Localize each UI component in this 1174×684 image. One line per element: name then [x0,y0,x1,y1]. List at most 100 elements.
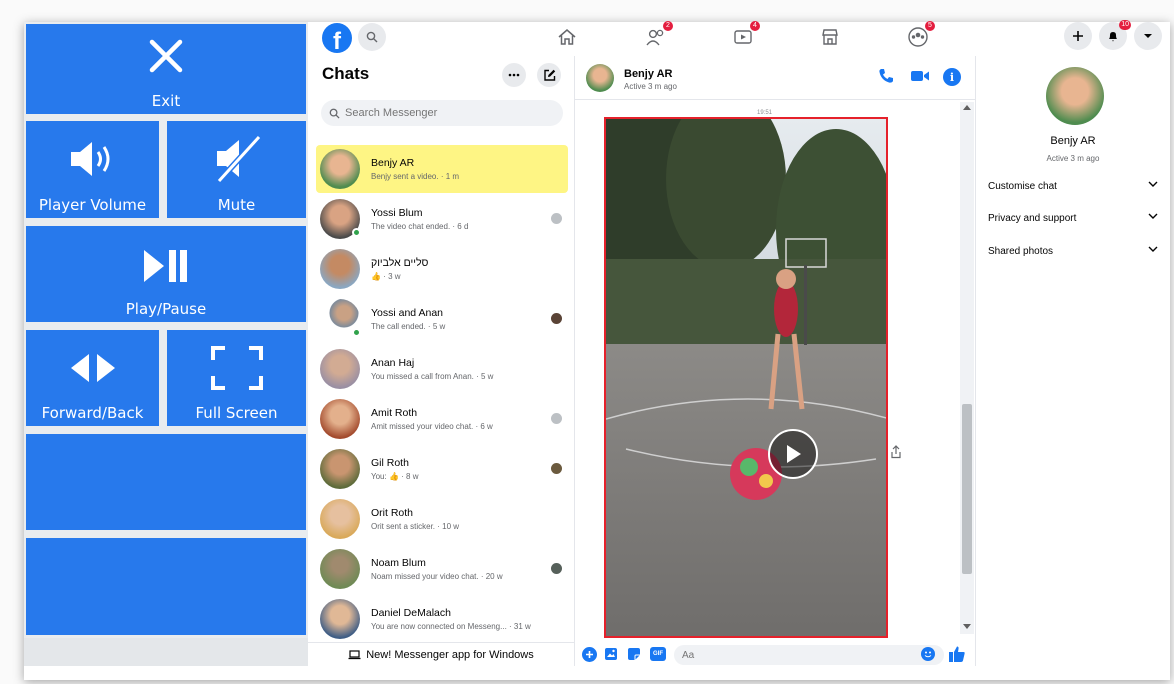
phone-icon [879,69,893,83]
groups-badge: 5 [925,21,935,31]
player-volume-button[interactable]: Player Volume [26,121,159,218]
chat-name: Amit Roth [371,407,418,419]
chat-item-benjy-ar[interactable]: Benjy AR Benjy sent a video. · 1 m [316,145,568,193]
seen-check-icon [551,413,562,424]
compose-icon [543,69,555,81]
chat-snippet: Amit missed your video chat. · 6 w [371,422,493,431]
watch-nav[interactable]: 4 [728,21,760,50]
avatar [320,249,360,289]
chat-item-orit-roth[interactable]: Orit Roth Orit sent a sticker. · 10 w [316,495,568,543]
avatar [320,599,360,639]
chat-name: Yossi Blum [371,207,423,219]
facebook-logo[interactable]: f [322,23,352,55]
gif-icon: GIF [653,651,663,657]
search-icon [366,31,378,43]
voice-call-button[interactable] [878,68,896,86]
conversation-name[interactable]: Benjy AR [624,68,673,80]
marketplace-nav[interactable] [815,24,845,50]
chat-item-noam-blum[interactable]: Noam Blum Noam missed your video chat. · … [316,545,568,593]
avatar [320,499,360,539]
forward-back-label: Forward/Back [41,404,144,422]
chat-snippet: The call ended. · 5 w [371,322,446,331]
groups-nav[interactable]: 5 [903,21,935,50]
chat-item-salim[interactable]: סליים אלביוק 👍 · 3 w [316,245,568,293]
search-button[interactable] [358,23,386,51]
scrollbar-thumb[interactable] [962,404,972,574]
account-menu-button[interactable] [1134,22,1162,50]
avatar [320,199,361,239]
home-nav[interactable] [552,24,582,50]
chat-item-amit-roth[interactable]: Amit Roth Amit missed your video chat. · … [316,395,568,443]
chats-options-button[interactable] [502,63,526,87]
conversation-avatar[interactable] [586,64,614,92]
conversation-status: Active 3 m ago [624,82,677,91]
home-icon [558,29,576,45]
close-icon [26,38,306,74]
chevron-down-icon [1148,213,1158,219]
chat-name: Orit Roth [371,507,414,519]
chat-item-daniel-demalach[interactable]: Daniel DeMalach You are now connected on … [316,595,568,643]
create-button[interactable] [1064,22,1092,50]
play-pause-label: Play/Pause [125,300,207,318]
plus-icon [586,651,593,658]
video-call-button[interactable] [910,69,930,85]
scroll-up-arrow[interactable] [963,105,971,110]
chat-name: סליים אלביוק [371,257,429,269]
gif-button[interactable]: GIF [650,647,666,661]
chat-snippet: Orit sent a sticker. · 10 w [371,522,460,531]
seen-avatar [551,563,562,574]
more-actions-button[interactable] [582,647,597,662]
full-screen-label: Full Screen [195,404,278,422]
shared-photos-row[interactable]: Shared photos [988,246,1158,257]
plus-icon [1073,31,1083,41]
forward-back-button[interactable]: Forward/Back [26,330,159,426]
video-thumbnail [606,119,886,636]
like-button[interactable] [948,645,966,663]
row-label: Privacy and support [988,213,1077,224]
video-message[interactable] [604,117,888,638]
notifications-button[interactable]: 10 [1099,20,1131,50]
avatar [320,349,360,389]
customise-chat-row[interactable]: Customise chat [988,181,1158,192]
friends-nav[interactable]: 2 [641,21,673,50]
share-icon [891,445,901,459]
conversation-info-panel [976,56,1170,666]
friends-badge: 2 [663,21,673,31]
avatar [320,549,360,589]
play-pause-button[interactable]: Play/Pause [26,226,306,322]
search-input[interactable] [345,107,545,119]
chat-snippet: Benjy sent a video. · 1 m [371,172,460,181]
empty-tile-2[interactable] [26,538,306,635]
online-indicator [352,228,361,237]
empty-tile-1[interactable] [26,434,306,530]
sticker-button[interactable] [627,647,641,661]
avatar [320,399,360,439]
chat-item-yossi-blum[interactable]: Yossi Blum The video chat ended. · 6 d [316,195,568,243]
message-input[interactable] [674,645,944,665]
chat-item-yossi-and-anan[interactable]: Yossi and Anan The call ended. · 5 w [316,295,568,343]
play-button[interactable] [768,429,818,479]
exit-button[interactable]: Exit [26,24,306,114]
conversation-info-button[interactable]: i [943,68,961,86]
emoji-button[interactable] [921,647,935,661]
exit-label: Exit [151,92,181,110]
messenger-app-promo[interactable]: New! Messenger app for Windows [308,642,574,666]
photo-button[interactable] [604,647,618,661]
volume-icon [26,139,159,179]
chat-item-anan-haj[interactable]: Anan Haj You missed a call from Anan. · 5… [316,345,568,393]
chat-item-gil-roth[interactable]: Gil Roth You: 👍 · 8 w [316,445,568,493]
friends-icon [646,29,664,46]
new-message-button[interactable] [537,63,561,87]
promo-label: New! Messenger app for Windows [366,648,534,661]
chat-snippet: You missed a call from Anan. · 5 w [371,372,494,381]
mute-button[interactable]: Mute [167,121,306,218]
scroll-down-arrow[interactable] [963,624,971,629]
share-button[interactable] [890,445,902,459]
forward-back-icon [26,352,159,384]
privacy-support-row[interactable]: Privacy and support [988,213,1158,224]
player-volume-label: Player Volume [38,196,147,214]
image-icon [605,648,617,660]
profile-avatar[interactable] [1046,67,1104,125]
messenger-search[interactable] [321,100,563,126]
full-screen-button[interactable]: Full Screen [167,330,306,426]
